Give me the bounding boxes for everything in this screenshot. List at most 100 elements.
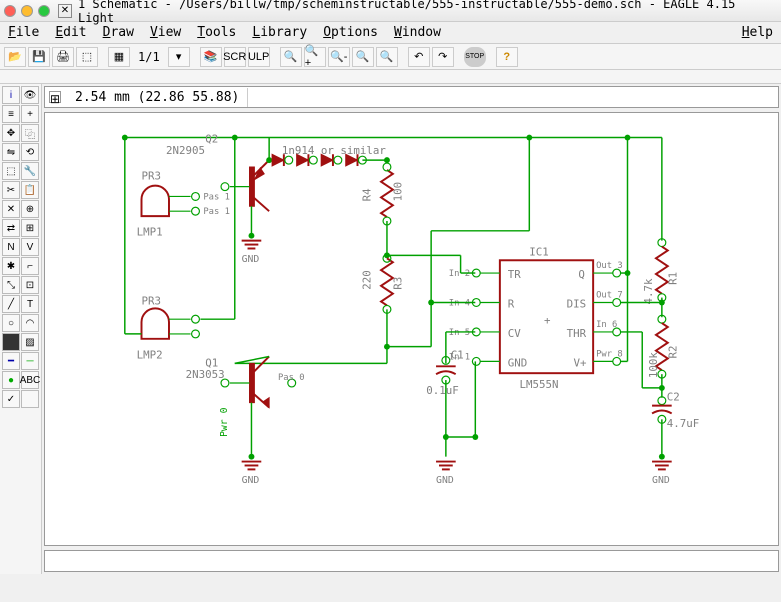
invoke-tool[interactable]: ⊡ <box>21 276 39 294</box>
zoom-in-button[interactable]: 🔍+ <box>304 47 326 67</box>
net-tool[interactable]: ─ <box>21 352 39 370</box>
tool-palette: i👁 ≡+ ✥⿻ ⇋⟲ ⬚🔧 ✂📋 ✕⊕ ⇄⊞ NV ✱⌐ ⤡⊡ ╱T ○◠ ▨… <box>0 84 42 574</box>
traffic-lights <box>4 5 50 17</box>
eye-tool[interactable]: 👁 <box>21 86 39 104</box>
pin-in2: In 2 <box>449 269 470 279</box>
ic-vp: V+ <box>573 356 587 369</box>
ic-thr: THR <box>567 327 587 340</box>
wire-tool[interactable]: ╱ <box>2 295 20 313</box>
name-tool[interactable]: N <box>2 238 20 256</box>
r1-name: R1 <box>667 272 680 285</box>
r2-value: 100k <box>647 352 660 379</box>
grid-toggle[interactable]: ⊞ <box>49 91 61 103</box>
library-button[interactable]: 📚 <box>200 47 222 67</box>
menu-edit[interactable]: Edit <box>55 25 86 40</box>
x-close-icon[interactable]: ✕ <box>58 4 72 18</box>
change-tool[interactable]: 🔧 <box>21 162 39 180</box>
value-tool[interactable]: V <box>21 238 39 256</box>
pin-in5: In 5 <box>449 328 470 338</box>
zoom-select-button[interactable]: 🔍 <box>376 47 398 67</box>
q2-name: Q2 <box>205 132 218 145</box>
save-button[interactable]: 💾 <box>28 47 50 67</box>
c1-name: C1 <box>451 348 464 361</box>
command-input[interactable] <box>44 550 779 572</box>
paste-tool[interactable]: 📋 <box>21 181 39 199</box>
menu-options[interactable]: Options <box>323 25 378 40</box>
zoom-button[interactable] <box>38 5 50 17</box>
polygon-tool[interactable]: ▨ <box>21 333 39 351</box>
menu-view[interactable]: View <box>150 25 181 40</box>
zoom-out-button[interactable]: 🔍- <box>328 47 350 67</box>
schematic-canvas[interactable]: PR3 LMP1 Pas 1 Pas 1 Q2 2N2905 <box>44 112 779 546</box>
pin-out7: Out 7 <box>596 291 623 301</box>
mark-tool[interactable]: + <box>21 105 39 123</box>
text-tool[interactable]: T <box>21 295 39 313</box>
property-bar <box>0 70 781 84</box>
pin-out3: Out 3 <box>596 261 623 271</box>
junction-tool[interactable]: ● <box>2 371 20 389</box>
menu-draw[interactable]: Draw <box>103 25 134 40</box>
copy-tool[interactable]: ⿻ <box>21 124 39 142</box>
cut-tool[interactable]: ✂ <box>2 181 20 199</box>
ic-cv: CV <box>508 327 522 340</box>
minimize-button[interactable] <box>21 5 33 17</box>
board-button[interactable]: ▦ <box>108 47 130 67</box>
close-button[interactable] <box>4 5 16 17</box>
r3-value: 220 <box>360 270 373 290</box>
pin-pas1-b: Pas 1 <box>203 207 230 217</box>
zoom-redraw-button[interactable]: 🔍 <box>352 47 374 67</box>
ic-q: Q <box>578 268 585 281</box>
lmp2-name: LMP2 <box>137 348 163 361</box>
circle-tool[interactable]: ○ <box>2 314 20 332</box>
ulp-button[interactable]: ULP <box>248 47 270 67</box>
pinswap-tool[interactable]: ⇄ <box>2 219 20 237</box>
label-tool[interactable]: ABC <box>21 371 39 389</box>
redo-button[interactable]: ↷ <box>432 47 454 67</box>
group-tool[interactable]: ⬚ <box>2 162 20 180</box>
move-tool[interactable]: ✥ <box>2 124 20 142</box>
c2-value: 4.7uF <box>667 417 700 430</box>
ic1-value: LM555N <box>520 378 559 391</box>
delete-tool[interactable]: ✕ <box>2 200 20 218</box>
info-tool[interactable]: i <box>2 86 20 104</box>
page-dropdown[interactable]: ▾ <box>168 47 190 67</box>
menubar: File Edit Draw View Tools Library Option… <box>0 22 781 44</box>
add-tool[interactable]: ⊕ <box>21 200 39 218</box>
main-toolbar: 📂 💾 🖨 ⬚ ▦ 1/1 ▾ 📚 SCR ULP 🔍 🔍+ 🔍- 🔍 🔍 ↶ … <box>0 44 781 70</box>
gateswap-tool[interactable]: ⊞ <box>21 219 39 237</box>
titlebar: ✕ 1 Schematic - /Users/billw/tmp/schemin… <box>0 0 781 22</box>
cam-button[interactable]: ⬚ <box>76 47 98 67</box>
zoom-fit-button[interactable]: 🔍 <box>280 47 302 67</box>
r4-value: 100 <box>392 182 405 202</box>
coord-display: 2.54 mm (22.86 55.88) <box>67 88 248 107</box>
split-tool[interactable]: ⤡ <box>2 276 20 294</box>
r2-name: R2 <box>667 345 680 358</box>
stop-button[interactable]: STOP <box>464 47 486 67</box>
script-button[interactable]: SCR <box>224 47 246 67</box>
help-button[interactable]: ? <box>496 47 518 67</box>
page-indicator: 1/1 <box>132 50 166 64</box>
pin-pas0-q1: Pas 0 <box>278 373 305 383</box>
erc-tool[interactable]: ✓ <box>2 390 20 408</box>
errors-tool[interactable] <box>21 390 39 408</box>
menu-file[interactable]: File <box>8 25 39 40</box>
layer-tool[interactable]: ≡ <box>2 105 20 123</box>
menu-tools[interactable]: Tools <box>197 25 236 40</box>
ic-gnd: GND <box>508 356 528 369</box>
lmp1-name: LMP1 <box>137 226 163 239</box>
rect-tool[interactable] <box>2 333 20 351</box>
bus-tool[interactable]: ━ <box>2 352 20 370</box>
arc-tool[interactable]: ◠ <box>21 314 39 332</box>
rotate-tool[interactable]: ⟲ <box>21 143 39 161</box>
undo-button[interactable]: ↶ <box>408 47 430 67</box>
menu-help[interactable]: Help <box>742 25 773 40</box>
miter-tool[interactable]: ⌐ <box>21 257 39 275</box>
smash-tool[interactable]: ✱ <box>2 257 20 275</box>
window-title: 1 Schematic - /Users/billw/tmp/scheminst… <box>78 0 777 25</box>
print-button[interactable]: 🖨 <box>52 47 74 67</box>
q1-value: 2N3053 <box>186 368 225 381</box>
menu-window[interactable]: Window <box>394 25 441 40</box>
menu-library[interactable]: Library <box>252 25 307 40</box>
open-button[interactable]: 📂 <box>4 47 26 67</box>
mirror-tool[interactable]: ⇋ <box>2 143 20 161</box>
